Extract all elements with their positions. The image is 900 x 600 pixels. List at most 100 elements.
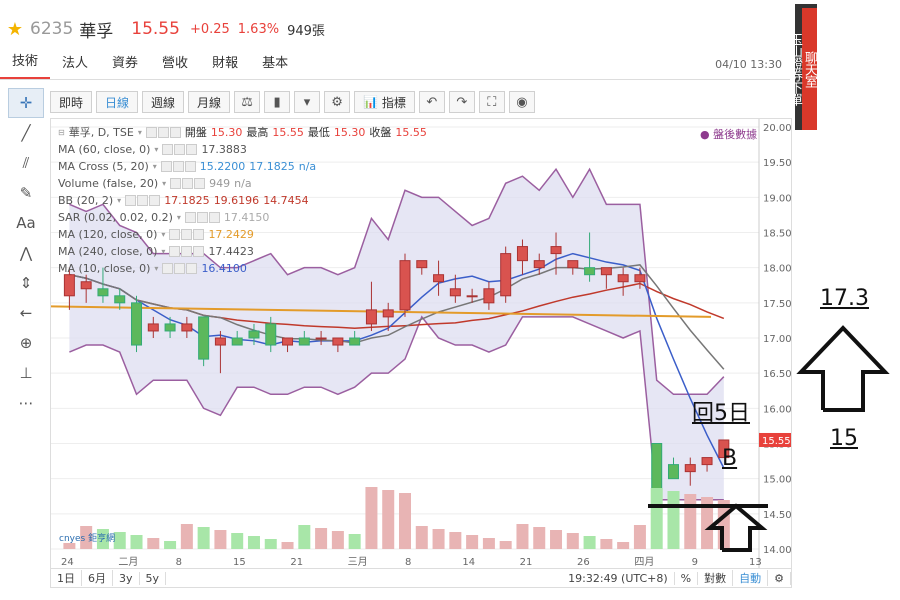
more-icon[interactable]: ⋯ (8, 388, 44, 418)
x-tick-label: 21 (520, 557, 533, 568)
fib-icon[interactable]: ⫽ (8, 148, 44, 178)
candle-body (198, 316, 210, 360)
tab-institutional[interactable]: 法人 (50, 52, 100, 79)
chevron-down-icon[interactable]: ▾ (153, 158, 157, 175)
fullscreen-icon[interactable]: ⛶ (478, 91, 505, 113)
collapse-icon[interactable]: ⊟ (58, 124, 65, 141)
chevron-down-icon[interactable]: ▾ (138, 124, 142, 141)
stock-price: 15.55 (131, 19, 180, 39)
y-tick-label: 18.50 (763, 229, 791, 240)
range-3y[interactable]: 3y (113, 571, 140, 585)
volume-bar (482, 538, 495, 549)
legend-controls[interactable] (125, 195, 161, 206)
camera-icon[interactable]: ◉ (508, 91, 535, 113)
back-arrow-icon[interactable]: ← (8, 298, 44, 328)
legend-label: SAR (0.02, 0.02, 0.2) (58, 211, 173, 224)
daily-button[interactable]: 日線 (96, 91, 139, 113)
zoom-icon[interactable]: ⊕ (8, 328, 44, 358)
legend-controls[interactable] (162, 144, 198, 155)
range-6m[interactable]: 6月 (82, 570, 113, 586)
log-toggle[interactable]: 對數 (698, 570, 734, 586)
legend-row: SAR (0.02, 0.02, 0.2) ▾ 17.4150 (58, 209, 427, 226)
legend-row: MA (120, close, 0) ▾ 17.2429 (58, 226, 427, 243)
tab-revenue[interactable]: 營收 (150, 52, 200, 79)
legend-controls[interactable] (170, 178, 206, 189)
candle-body (181, 323, 193, 332)
y-tick-label: 18.00 (763, 264, 791, 275)
star-icon[interactable]: ★ (6, 19, 24, 40)
candle-type-icon[interactable]: ▮ (264, 91, 291, 113)
trendline-icon[interactable]: ╱ (8, 118, 44, 148)
chevron-down-icon[interactable]: ▾ (161, 226, 165, 243)
chevron-down-icon[interactable]: ▾ (161, 243, 165, 260)
indicator-label: 指標 (381, 95, 406, 110)
after-hours-text: 盤後數據 (713, 128, 758, 141)
candle-body (500, 253, 512, 297)
volume-bar (566, 533, 579, 549)
indicator-button[interactable]: 📊 指標 (354, 91, 415, 113)
x-tick-label: 14 (462, 557, 475, 568)
legend-controls[interactable] (160, 161, 196, 172)
settings-icon[interactable]: ⚙ (768, 571, 791, 585)
range-5y[interactable]: 5y (140, 571, 167, 585)
candle-body (80, 281, 92, 290)
candle-body (600, 267, 612, 276)
chevron-down-icon[interactable]: ▾ (154, 141, 158, 158)
ruler-icon[interactable]: ⊥ (8, 358, 44, 388)
legend-controls[interactable] (169, 246, 205, 257)
crosshair-icon[interactable]: ✛ (8, 88, 44, 118)
candle-body (382, 309, 394, 318)
volume-bar (617, 542, 630, 549)
dot-icon: ● (700, 128, 710, 141)
legend-value: n/a (298, 160, 317, 173)
weekly-button[interactable]: 週線 (142, 91, 185, 113)
brush-icon[interactable]: ✎ (8, 178, 44, 208)
legend-label: MA (120, close, 0) (58, 228, 158, 241)
legend-controls[interactable] (169, 229, 205, 240)
monthly-button[interactable]: 月線 (188, 91, 231, 113)
legend-value: 19.6196 (213, 194, 260, 207)
volume-bar (197, 527, 210, 549)
tab-financials[interactable]: 財報 (200, 52, 250, 79)
tab-margin[interactable]: 資券 (100, 52, 150, 79)
chevron-down-icon[interactable]: ▾ (117, 192, 121, 209)
legend-value: 17.2429 (208, 228, 254, 241)
candle-body (365, 309, 377, 325)
volume-bar (432, 529, 445, 549)
legend-value: n/a (234, 177, 252, 190)
legend-controls[interactable] (162, 263, 198, 274)
high-value: 15.55 (272, 126, 304, 139)
indicator-legend: ⊟ 華孚, D, TSE ▾ 開盤 15.30 最高 15.55 最低 15.3… (58, 124, 427, 277)
chevron-down-icon[interactable]: ▾ (154, 260, 158, 277)
compare-icon[interactable]: ⚖ (234, 91, 261, 113)
percent-toggle[interactable]: % (675, 571, 699, 585)
side-banner[interactable]: 聊天室 玉山證券下單 (787, 4, 817, 130)
realtime-button[interactable]: 即時 (50, 91, 93, 113)
trade-link[interactable]: 玉山證券下單 (787, 33, 802, 105)
text-tool-icon[interactable]: Aa (8, 208, 44, 238)
legend-label: BB (20, 2) (58, 194, 114, 207)
legend-controls[interactable] (184, 212, 220, 223)
gear-icon[interactable]: ⚙ (324, 91, 351, 113)
range-1d[interactable]: 1日 (51, 570, 82, 586)
chevron-down-icon[interactable]: ▾ (294, 91, 321, 113)
legend-controls[interactable] (145, 127, 181, 138)
chevron-down-icon[interactable]: ▾ (177, 209, 181, 226)
auto-toggle[interactable]: 自動 (733, 570, 769, 586)
chatroom-link[interactable]: 聊天室 (802, 8, 817, 130)
volume-bar (214, 530, 227, 549)
after-hours-label[interactable]: ● 盤後數據 (700, 126, 757, 142)
undo-icon[interactable]: ↶ (418, 91, 445, 113)
tab-basic[interactable]: 基本 (250, 52, 300, 79)
redo-icon[interactable]: ↷ (448, 91, 475, 113)
tab-technical[interactable]: 技術 (0, 50, 51, 79)
volume-bar (466, 535, 479, 549)
volume-bar (130, 535, 143, 549)
legend-row: BB (20, 2) ▾ 17.1825 19.6196 14.7454 (58, 192, 427, 209)
chevron-down-icon[interactable]: ▾ (162, 175, 166, 192)
measure-icon[interactable]: ⇕ (8, 268, 44, 298)
pattern-icon[interactable]: ⋀ (8, 238, 44, 268)
x-tick-label: 三月 (348, 556, 368, 568)
y-tick-label: 19.50 (763, 158, 791, 169)
volume-bar (164, 541, 177, 549)
